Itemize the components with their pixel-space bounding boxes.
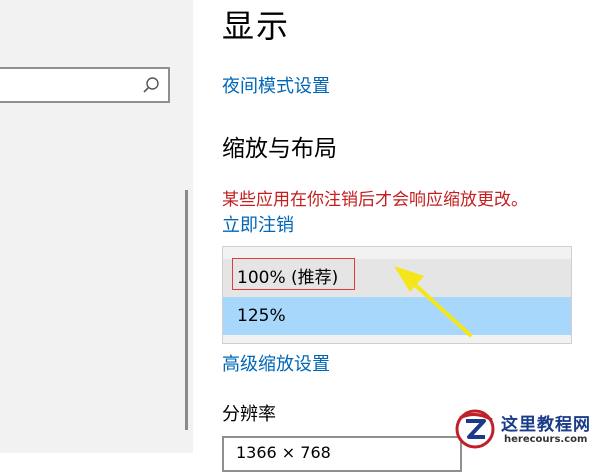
watermark-url: herecours.com <box>504 434 588 445</box>
scale-warning-text: 某些应用在你注销后才会响应缩放更改。 <box>222 190 528 210</box>
scale-layout-heading: 缩放与布局 <box>222 136 337 162</box>
search-icon[interactable] <box>142 76 160 94</box>
night-mode-settings-link[interactable]: 夜间模式设置 <box>222 74 330 100</box>
display-settings-panel: 显示 夜间模式设置 缩放与布局 某些应用在你注销后才会响应缩放更改。 立即注销 … <box>222 0 600 472</box>
site-watermark: 这里教程网 herecours.com <box>452 406 600 453</box>
resolution-select[interactable]: 1366 × 768 <box>222 436 462 472</box>
sign-out-now-link[interactable]: 立即注销 <box>222 213 294 239</box>
resolution-label: 分辨率 <box>222 404 276 425</box>
watermark-title: 这里教程网 <box>501 415 591 435</box>
settings-sidebar <box>0 0 193 453</box>
scale-dropdown-list[interactable]: 100% (推荐) 125% <box>222 246 572 344</box>
scale-option-100[interactable]: 100% (推荐) <box>223 259 571 297</box>
search-input[interactable] <box>0 67 170 103</box>
advanced-scaling-link[interactable]: 高级缩放设置 <box>222 352 330 378</box>
watermark-logo-icon <box>455 409 495 449</box>
sidebar-scrollbar[interactable] <box>185 190 188 430</box>
page-title: 显示 <box>222 7 291 45</box>
scale-option-125[interactable]: 125% <box>223 297 571 335</box>
